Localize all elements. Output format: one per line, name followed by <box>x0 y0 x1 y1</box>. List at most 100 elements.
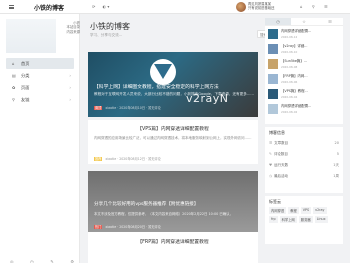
v2ray-logo-mark <box>154 64 172 79</box>
tab-popular[interactable]: ☆ <box>291 18 317 26</box>
stat-label: 运行天数 <box>274 163 289 167</box>
tag-item[interactable]: 服务器 <box>298 216 313 223</box>
post-card[interactable]: 【FRP篇】内网穿透详细配置教程 <box>88 232 258 263</box>
list-item-date: 2020-08-02 <box>281 110 298 114</box>
tag-item[interactable]: 内网穿透 <box>269 207 287 214</box>
list-item[interactable]: 【Sun5ke篇】... 2020-08-08 <box>268 59 342 71</box>
comment-icon: ✎ <box>269 152 272 156</box>
site-brand[interactable]: 小铁的博客 <box>34 3 64 12</box>
profile-line: 内容来源 <box>66 29 80 34</box>
list-icon[interactable]: ☰ <box>324 4 330 9</box>
post-tag: 置顶 <box>94 106 103 110</box>
sidebar-item-home[interactable]: ⌂ 首页 <box>6 58 74 69</box>
list-item[interactable]: 【v2ray】详细... 2020-08-10 <box>268 44 342 56</box>
widget-tabs: ◷ ☆ ☷ <box>265 18 343 26</box>
post-card-image[interactable]: 分享几个比较好用的vps服务器推荐【附优惠链接】 本文不涉及官方教程，仅提供参考… <box>88 171 258 232</box>
list-item-title[interactable]: 内网穿透详细配置... <box>281 104 341 108</box>
post-excerpt: 教程对于互联网开发人员来说，大部分比较不错的问题，小到搜索Google，下载资源… <box>94 92 255 96</box>
post-title[interactable]: 【FRP篇】内网穿透详细配置教程 <box>88 238 258 245</box>
tag-item[interactable]: v2ray <box>313 207 327 214</box>
stat-label: 最后活动 <box>274 174 289 178</box>
stat-value: 5 <box>336 152 339 156</box>
post-card-featured[interactable]: 【科学上网】详细图文教程，搭建安全稳定的科学上网方法 教程对于互联网开发人员来说… <box>88 52 258 117</box>
tag-item[interactable]: Linux <box>314 216 328 223</box>
list-item[interactable]: 【VPS篇】教程... 2020-08-04 <box>268 89 342 101</box>
sidebar-nav: ⌂ 首页 ▤ 分类 › ✿ 页面 › ⚲ 友链 › <box>6 58 74 106</box>
list-item-title[interactable]: 【Sun5ke篇】... <box>281 59 341 63</box>
sidebar: 小铁 本站目录 内容来源 ⌂ 首页 ▤ 分类 › ✿ 页面 › ⚲ 友链 › ◎… <box>0 14 80 263</box>
page-subtitle: 学习、分享与交流... <box>90 33 123 37</box>
stat-label: 文章数目 <box>274 141 289 145</box>
header-right-icons: ⌂ ⚲ ☰ <box>300 4 334 9</box>
clock-icon: ◷ <box>269 174 273 178</box>
list-item-date: 2020-08-12 <box>281 35 298 39</box>
sidebar-item-label: 分类 <box>21 72 30 78</box>
post-comments[interactable]: 暂无评论 <box>148 157 161 161</box>
clock-icon[interactable]: ◷ <box>30 259 34 263</box>
avatar[interactable] <box>236 2 246 12</box>
home-icon: ⌂ <box>12 61 15 66</box>
post-author[interactable]: xiaotie <box>105 225 116 229</box>
post-card[interactable]: 【VPS篇】内网穿透详细配置教程 内网穿透的应用场景比较广泛，可以通过内网穿透技… <box>88 120 258 164</box>
sidebar-item-links[interactable]: ⚲ 友链 › <box>6 94 74 105</box>
post-author[interactable]: xiaotie <box>105 106 116 110</box>
thumbnail <box>268 89 278 99</box>
chevron-right-icon: › <box>69 85 71 90</box>
post-title[interactable]: 【科学上网】详细图文教程，搭建安全稳定的科学上网方法 <box>94 83 219 90</box>
tag-item[interactable]: 科学上网 <box>279 216 297 223</box>
tab-random[interactable]: ☷ <box>317 18 343 26</box>
tab-recent[interactable]: ◷ <box>265 18 291 26</box>
refresh-icon[interactable]: ⟳ <box>92 4 95 9</box>
post-title[interactable]: 【VPS篇】内网穿透详细配置教程 <box>88 125 258 132</box>
post-excerpt: 本文不涉及官方教程，仅提供参考，（本文内容来自网络）2020年2月22日 10:… <box>94 212 233 216</box>
thumbnail <box>268 74 278 84</box>
search-icon[interactable]: ⚲ <box>312 4 317 9</box>
menu-icon[interactable] <box>9 5 14 9</box>
post-author[interactable]: xiaotie <box>105 157 116 161</box>
list-item-title[interactable]: 【VPS篇】教程... <box>281 89 341 93</box>
list-item[interactable]: 内网穿透详细配置... 2020-08-12 <box>268 29 342 41</box>
tag-list: 内网穿透 教程 VPS v2ray frp 科学上网 服务器 Linux <box>269 207 339 225</box>
theme-toggle-icon[interactable]: ◐ ▾ <box>103 4 110 9</box>
watermark-text: v2rayN <box>186 92 229 105</box>
list-item-title[interactable]: 【v2ray】详细... <box>281 44 341 48</box>
post-comments[interactable]: 暂无评论 <box>148 106 161 110</box>
sidebar-item-label: 友链 <box>21 96 30 102</box>
post-tag: 热门 <box>94 225 103 229</box>
page-title: 小铁的博客 <box>90 22 130 31</box>
tag-item[interactable]: frp <box>269 216 278 223</box>
sidebar-item-category[interactable]: ▤ 分类 › <box>6 70 74 81</box>
list-item-date: 2020-08-08 <box>281 65 298 69</box>
post-title[interactable]: 分享几个比较好用的vps服务器推荐【附优惠链接】 <box>94 201 199 207</box>
links-icon: ⚲ <box>12 97 15 102</box>
tag-item[interactable]: VPS <box>300 207 312 214</box>
category-icon: ▤ <box>12 73 16 78</box>
recent-posts-widget: 内网穿透详细配置... 2020-08-12 【v2ray】详细... 2020… <box>265 26 343 124</box>
stat-row: ☰ 文章数目 20 <box>269 141 339 146</box>
stat-row: ✎ 评论数目 5 <box>269 152 339 157</box>
sidebar-footer: ◎ ◷ ✎ ⚙ <box>10 259 74 263</box>
thumbnail <box>268 59 278 69</box>
thumbnail <box>268 29 278 39</box>
user-info: 再见刘昂易某某 只有说前进基础还 <box>248 2 274 11</box>
widget-title: 博客信息 <box>269 130 285 135</box>
posts-icon: ☰ <box>269 141 273 145</box>
target-icon[interactable]: ◎ <box>10 259 14 263</box>
list-item-date: 2020-08-10 <box>281 50 298 54</box>
list-item-title[interactable]: 【FRP篇】内网... <box>281 74 341 78</box>
home-icon[interactable]: ⌂ <box>300 4 305 9</box>
post-meta: 推荐 xiaotie · 2020年08月12日 · 暂无评论 <box>94 157 161 161</box>
heart-icon: ♥ <box>269 163 273 167</box>
post-comments[interactable]: 暂无评论 <box>148 225 161 229</box>
user-sub: 只有说前进基础还 <box>248 6 275 11</box>
list-item[interactable]: 内网穿透详细配置... 2020-08-02 <box>268 104 342 116</box>
sidebar-item-pages[interactable]: ✿ 页面 › <box>6 82 74 93</box>
pages-icon: ✿ <box>12 85 16 90</box>
edit-icon[interactable]: ✎ <box>50 259 53 263</box>
list-item[interactable]: 【FRP篇】内网... 2020-08-06 <box>268 74 342 86</box>
tag-item[interactable]: 教程 <box>288 207 299 214</box>
chevron-right-icon: › <box>69 73 71 78</box>
widget-title: 标签云 <box>269 199 281 204</box>
gear-icon[interactable]: ⚙ <box>70 259 74 263</box>
list-item-title[interactable]: 内网穿透详细配置... <box>281 29 341 33</box>
